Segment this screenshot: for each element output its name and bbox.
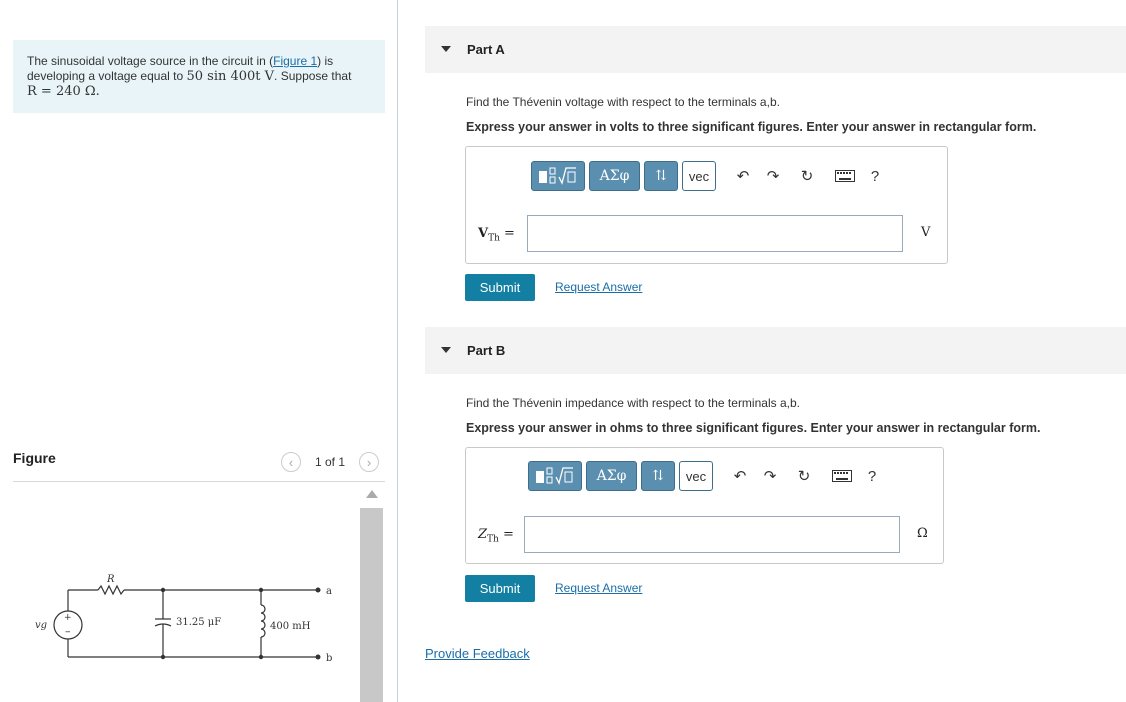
part-a-variable: VTh =	[478, 226, 515, 244]
keyboard-icon[interactable]	[827, 461, 857, 491]
terminal-b-label: b	[326, 653, 332, 664]
chevron-left-icon[interactable]: ‹	[281, 452, 301, 472]
collapse-triangle-icon[interactable]	[441, 347, 451, 353]
part-a-title: Part A	[467, 42, 505, 57]
circuit-figure: + – vg R 31.25 μF 400 mH a b	[13, 483, 363, 702]
part-b-question: Find the Thévenin impedance with respect…	[466, 396, 800, 410]
circuit-diagram: + – vg R 31.25 μF 400 mH a b	[35, 574, 332, 664]
chevron-right-icon[interactable]: ›	[359, 452, 379, 472]
part-b-submit-button[interactable]: Submit	[465, 575, 535, 602]
vec-button[interactable]: vec	[682, 161, 716, 191]
part-b-answer-box: ΑΣφ ⇅ vec ↶ ↷ ↻ ? ZTh = Ω	[465, 447, 944, 564]
redo-icon[interactable]: ↷	[755, 461, 785, 491]
keyboard-icon[interactable]	[830, 161, 860, 191]
problem-statement: The sinusoidal voltage source in the cir…	[13, 40, 385, 113]
part-b-instruction: Express your answer in ohms to three sig…	[466, 421, 1041, 435]
part-a-var: V	[478, 226, 489, 241]
part-b-unit: Ω	[917, 526, 928, 541]
pane-divider	[397, 0, 398, 702]
part-a-var-sub: Th	[488, 233, 500, 244]
undo-icon[interactable]: ↶	[728, 161, 758, 191]
templates-icon[interactable]	[531, 161, 585, 191]
voltage-expression: 50 sin 400t V	[186, 69, 275, 84]
inductor-label: 400 mH	[270, 621, 311, 632]
updown-arrows-icon[interactable]: ⇅	[641, 461, 675, 491]
part-a-equals: =	[504, 226, 515, 241]
figure-counter: 1 of 1	[315, 455, 346, 469]
part-b-request-answer-link[interactable]: Request Answer	[555, 581, 642, 595]
undo-icon[interactable]: ↶	[725, 461, 755, 491]
reset-icon[interactable]: ↻	[789, 461, 819, 491]
figure-header: Figure ‹ 1 of 1 ›	[13, 450, 385, 482]
part-b-header[interactable]: Part B	[425, 327, 1126, 374]
part-b-answer-input[interactable]	[524, 516, 900, 553]
capacitor-label: 31.25 μF	[176, 617, 221, 628]
figure-title: Figure	[13, 450, 56, 466]
part-a-request-answer-link[interactable]: Request Answer	[555, 280, 642, 294]
part-b-equals: =	[503, 527, 514, 542]
figure-scrollbar[interactable]	[360, 486, 383, 702]
scroll-up-arrow-icon[interactable]	[366, 490, 378, 498]
svg-text:–: –	[65, 625, 71, 638]
templates-icon[interactable]	[528, 461, 582, 491]
redo-icon[interactable]: ↷	[758, 161, 788, 191]
updown-arrows-icon[interactable]: ⇅	[644, 161, 678, 191]
collapse-triangle-icon[interactable]	[441, 46, 451, 52]
problem-text-suppose: . Suppose that	[274, 69, 352, 83]
part-a-unit: V	[921, 225, 931, 240]
svg-text:+: +	[64, 613, 72, 623]
part-a-header[interactable]: Part A	[425, 26, 1126, 73]
part-a-answer-box: ΑΣφ ⇅ vec ↶ ↷ ↻ ? VTh = V	[465, 146, 948, 264]
figure-link[interactable]: Figure 1	[273, 54, 317, 68]
resistance-value: R = 240 Ω.	[27, 84, 100, 99]
part-b-title: Part B	[467, 343, 506, 358]
help-icon[interactable]: ?	[857, 461, 887, 491]
provide-feedback-link[interactable]: Provide Feedback	[425, 646, 530, 661]
terminal-a-label: a	[326, 586, 332, 597]
part-a-question: Find the Thévenin voltage with respect t…	[466, 95, 780, 109]
vec-button[interactable]: vec	[679, 461, 713, 491]
part-b-var-sub: Th	[487, 534, 499, 545]
resistor-label: R	[106, 574, 115, 585]
part-a-answer-input[interactable]	[527, 215, 903, 252]
part-a-toolbar: ΑΣφ ⇅ vec ↶ ↷ ↻ ?	[531, 161, 890, 191]
greek-symbols-button[interactable]: ΑΣφ	[586, 461, 637, 491]
problem-text-prefix: The sinusoidal voltage source in the cir…	[27, 54, 274, 68]
reset-icon[interactable]: ↻	[792, 161, 822, 191]
greek-symbols-button[interactable]: ΑΣφ	[589, 161, 640, 191]
scroll-thumb[interactable]	[360, 508, 383, 702]
part-b-toolbar: ΑΣφ ⇅ vec ↶ ↷ ↻ ?	[528, 461, 887, 491]
part-b-variable: ZTh =	[478, 527, 514, 545]
help-icon[interactable]: ?	[860, 161, 890, 191]
part-b-var: Z	[478, 527, 488, 542]
part-a-instruction: Express your answer in volts to three si…	[466, 120, 1037, 134]
part-a-submit-button[interactable]: Submit	[465, 274, 535, 301]
source-label: vg	[35, 620, 47, 631]
